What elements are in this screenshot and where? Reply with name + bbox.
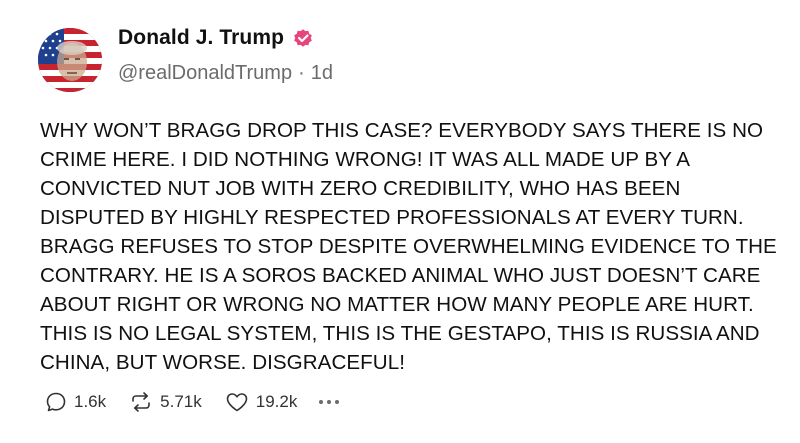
reply-button[interactable]: 1.6k (44, 390, 106, 414)
meta-separator: · (298, 62, 305, 84)
author-row: Donald J. Trump (118, 26, 314, 50)
author-handle[interactable]: @realDonaldTrump (118, 62, 292, 85)
repost-arrows-icon (132, 392, 150, 412)
post-actions: 1.6k 5.71k 19.2k (44, 390, 340, 414)
like-button[interactable]: 19.2k (224, 390, 298, 414)
more-dots-icon (319, 400, 340, 404)
avatar-image (38, 28, 102, 92)
like-count: 19.2k (255, 392, 298, 411)
post-body-text: WHY WON’T BRAGG DROP THIS CASE? EVERYBOD… (40, 119, 777, 374)
comment-bubble-icon (46, 392, 66, 412)
post-meta: @realDonaldTrump · 1d (118, 62, 333, 85)
reply-count: 1.6k (74, 392, 107, 411)
more-options-button[interactable] (319, 400, 340, 404)
post-age[interactable]: 1d (311, 62, 333, 85)
author-display-name[interactable]: Donald J. Trump (118, 26, 284, 50)
repost-count: 5.71k (160, 392, 202, 411)
avatar[interactable] (38, 28, 102, 92)
heart-icon (226, 393, 248, 412)
verified-badge-icon (292, 27, 314, 49)
repost-button[interactable]: 5.71k (128, 390, 202, 414)
